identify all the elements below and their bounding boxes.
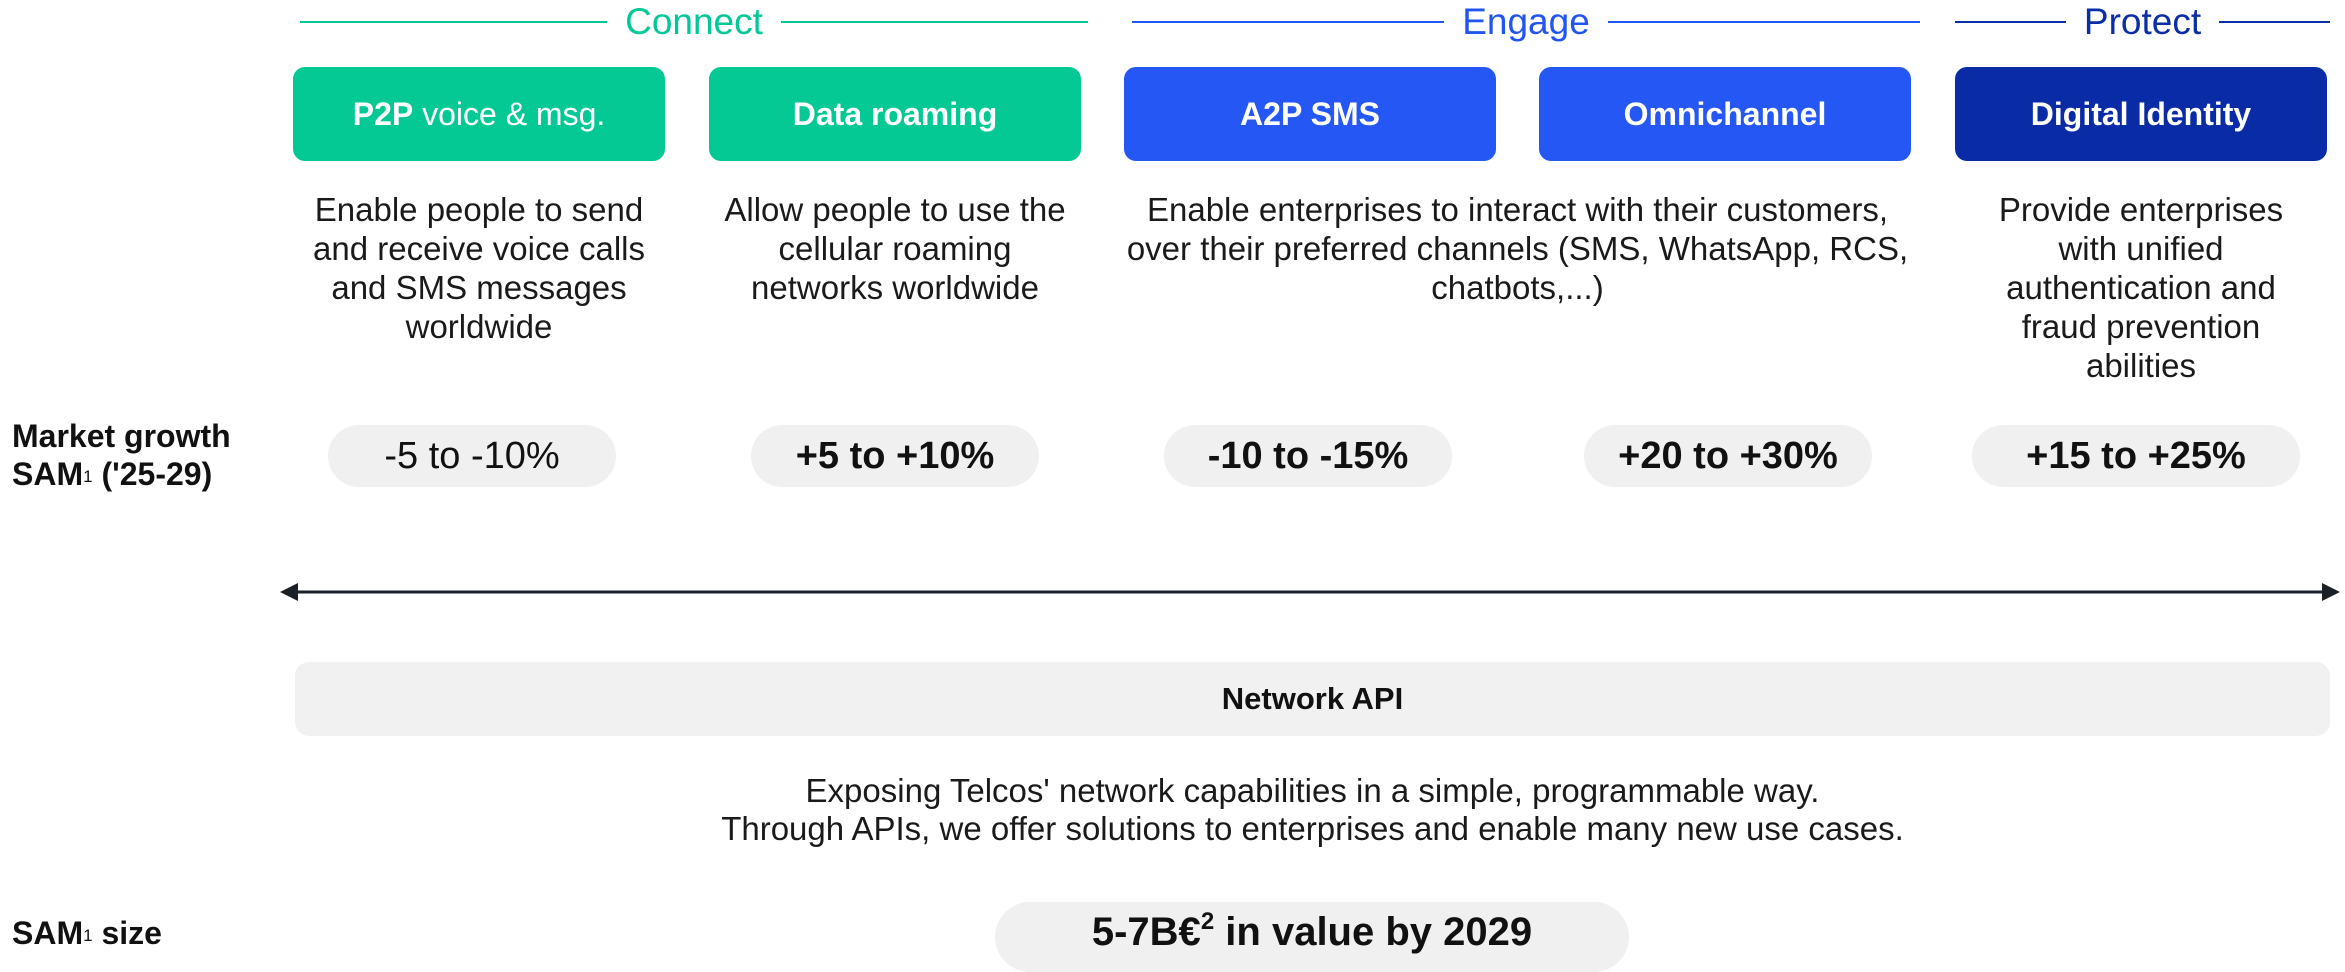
group-header-engage: Engage (1132, 0, 1921, 44)
network-api-bar: Network API (295, 662, 2330, 736)
desc-engage: Enable enterprises to interact with thei… (1126, 191, 1909, 306)
group-rule (2219, 21, 2330, 23)
group-header-protect: Protect (1955, 0, 2330, 44)
size-value: 5-7B€ (1091, 910, 1201, 954)
growth-pill-omnichannel: +20 to +30% (1584, 425, 1872, 487)
desc-protect: Provide enterprises with unified authent… (1998, 191, 2284, 384)
network-api-desc-line2: Through APIs, we offer solutions to ente… (721, 810, 1904, 847)
tile-p2p-rest: voice & msg. (413, 95, 606, 132)
sam-text: SAM (12, 915, 84, 951)
footnote-1: 1 (83, 926, 93, 945)
group-title-connect: Connect (625, 1, 763, 42)
group-rule (1955, 21, 2066, 23)
group-title-protect: Protect (2083, 1, 2202, 42)
desc-p2p: Enable people to send and receive voice … (313, 191, 645, 345)
market-growth-line1: Market growth (12, 418, 231, 454)
group-header-connect: Connect (300, 0, 1088, 44)
group-rule (300, 21, 608, 23)
sam-text: SAM (12, 456, 84, 492)
market-growth-label: Market growth SAM1 ('25-29) (12, 417, 231, 493)
group-rule (1132, 21, 1445, 23)
tile-a2p-sms: A2P SMS (1124, 67, 1496, 161)
sam-size-label: SAM1 size (12, 914, 162, 952)
footnote-1: 1 (83, 467, 93, 486)
network-api-desc-line1: Exposing Telcos' network capabilities in… (805, 772, 1820, 809)
desc-roaming: Allow people to use the cellular roaming… (724, 191, 1066, 306)
period-text: ('25-29) (92, 456, 213, 492)
growth-pill-roaming: +5 to +10% (751, 425, 1039, 487)
double-arrow-icon (280, 583, 2340, 601)
footnote-2: 2 (1200, 908, 1215, 935)
group-rule (780, 21, 1088, 23)
growth-pill-p2p: -5 to -10% (328, 425, 616, 487)
group-rule (1607, 21, 1921, 23)
tile-omnichannel: Omnichannel (1539, 67, 1911, 161)
tile-p2p-bold: P2P (352, 95, 414, 132)
network-api-description: Exposing Telcos' network capabilities in… (295, 772, 2330, 848)
market-growth-line2: SAM1 ('25-29) (12, 455, 231, 493)
tile-data-roaming: Data roaming (709, 67, 1081, 161)
tile-p2p: P2P voice & msg. (293, 67, 665, 161)
size-value-suffix: in value by 2029 (1214, 910, 1533, 954)
growth-pill-a2p: -10 to -15% (1164, 425, 1452, 487)
sam-size-pill: 5-7B€ 2 in value by 2029 (995, 902, 1629, 972)
size-text: size (92, 915, 162, 951)
group-title-engage: Engage (1462, 1, 1590, 42)
growth-pill-identity: +15 to +25% (1972, 425, 2300, 487)
tile-digital-identity: Digital Identity (1955, 67, 2327, 161)
